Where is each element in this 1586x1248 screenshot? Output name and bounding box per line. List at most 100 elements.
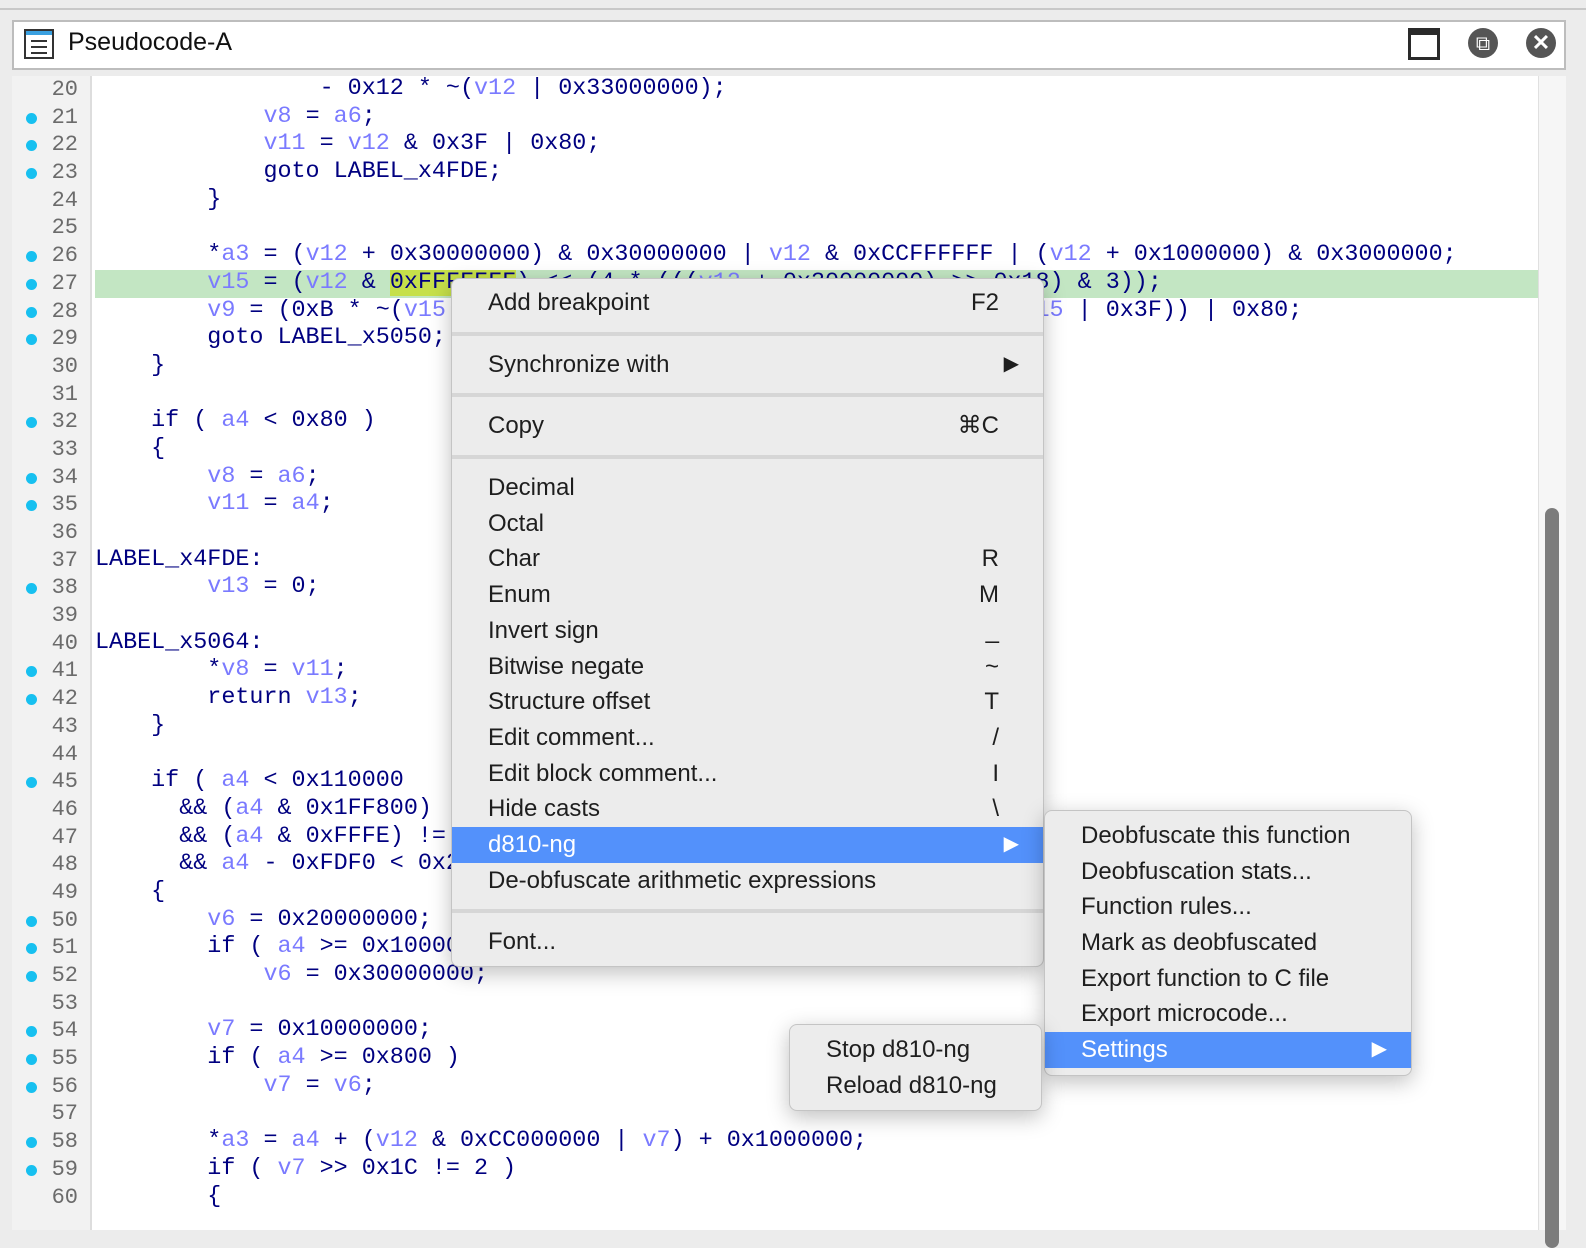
code-text[interactable]: = (0xB * ~( [235,298,403,324]
code-text[interactable]: ; [306,464,320,490]
gutter-row[interactable]: 52 [12,962,90,990]
code-variable[interactable]: v11 [207,491,249,517]
code-text[interactable]: = 0; [249,574,319,600]
code-row[interactable]: - 0x12 * ~(v12 | 0x33000000); [95,76,1538,104]
gutter-row[interactable]: 58 [12,1128,90,1156]
code-variable[interactable]: a4 [221,851,249,877]
gutter-row[interactable]: 28 [12,298,90,326]
code-text[interactable]: < 0x110000 [249,768,403,794]
code-line[interactable]: v8 = a6; [95,104,1538,132]
code-text[interactable]: ; [362,104,376,130]
gutter-row[interactable]: 42 [12,685,90,713]
gutter-row[interactable]: 54 [12,1017,90,1045]
code-variable[interactable]: v15 [207,270,249,296]
gutter-row[interactable]: 24 [12,187,90,215]
code-line[interactable]: - 0x12 * ~(v12 | 0x33000000); [95,76,1538,104]
code-text[interactable] [95,131,263,157]
code-variable[interactable]: v13 [207,574,249,600]
code-text[interactable]: } [95,713,165,739]
code-text[interactable]: return [95,685,306,711]
gutter-row[interactable]: 51 [12,934,90,962]
scrollbar-thumb[interactable] [1545,508,1559,1248]
menu-item-char[interactable]: Char R [452,541,1043,577]
code-text[interactable] [95,574,207,600]
code-text[interactable]: + 0x30000000) & 0x30000000 | [348,242,769,268]
code-variable[interactable]: v15 [404,298,446,324]
code-text[interactable]: < 0x80 ) [249,408,375,434]
code-line[interactable]: if ( v7 >> 0x1C != 2 ) [95,1156,1538,1184]
code-variable[interactable]: a3 [221,242,249,268]
gutter-row[interactable]: 59 [12,1156,90,1184]
code-text[interactable] [95,907,207,933]
menu-item-edit-block-comment[interactable]: Edit block comment... I [452,756,1043,792]
code-text[interactable]: && [95,851,221,877]
gutter-row[interactable]: 60 [12,1184,90,1212]
menu-item-hide-casts[interactable]: Hide casts \ [452,791,1043,827]
code-row[interactable]: v11 = v12 & 0x3F | 0x80; [95,131,1538,159]
code-variable[interactable]: a4 [221,768,249,794]
code-text[interactable]: LABEL_x4FDE: [95,547,263,573]
code-text[interactable]: = [292,1073,334,1099]
code-text[interactable]: | 0x33000000); [516,76,727,102]
code-text[interactable]: ; [320,491,334,517]
code-text[interactable]: if ( [95,934,277,960]
code-text[interactable] [95,104,263,130]
code-text[interactable] [95,962,263,988]
code-text[interactable]: LABEL_x5064: [95,630,263,656]
code-text[interactable]: if ( [95,768,221,794]
gutter-row[interactable]: 44 [12,741,90,769]
code-line[interactable]: goto LABEL_x4FDE; [95,159,1538,187]
code-text[interactable] [95,298,207,324]
code-text[interactable]: ; [348,685,362,711]
code-text[interactable]: | 0x3F)) | 0x80; [1064,298,1303,324]
line-number-gutter[interactable]: 20 21 22 23 24 25 26 27 28 29 30 31 32 33 34 35 36 37 38 39… [12,76,92,1230]
gutter-row[interactable]: 22 [12,131,90,159]
code-text[interactable]: & 0xCCFFFFFF | ( [811,242,1050,268]
code-line[interactable]: { [95,1184,1538,1212]
code-variable[interactable]: a4 [277,1045,305,1071]
gutter-row[interactable]: 50 [12,907,90,935]
code-row[interactable] [95,214,1538,242]
code-variable[interactable]: v8 [207,464,235,490]
code-text[interactable]: && ( [95,796,235,822]
code-text[interactable]: = ( [249,270,305,296]
code-text[interactable]: } [95,353,165,379]
menu-item-settings[interactable]: Settings ▶ [1045,1032,1411,1068]
gutter-row[interactable]: 56 [12,1073,90,1101]
code-variable[interactable]: v6 [263,962,291,988]
code-variable[interactable]: a4 [277,934,305,960]
code-variable[interactable]: v12 [348,131,390,157]
code-text[interactable]: = [249,491,291,517]
code-variable[interactable]: v7 [643,1128,671,1154]
gutter-row[interactable]: 26 [12,242,90,270]
gutter-row[interactable]: 38 [12,574,90,602]
code-text[interactable]: * [95,657,221,683]
restore-icon[interactable]: ⧉ [1468,28,1498,58]
menu-item-add-breakpoint[interactable]: Add breakpoint F2 [452,285,1043,321]
menu-item-font[interactable]: Font... [452,924,1043,960]
menu-item-structure-offset[interactable]: Structure offset T [452,684,1043,720]
code-variable[interactable]: a6 [278,464,306,490]
gutter-row[interactable]: 41 [12,657,90,685]
code-text[interactable]: * [95,242,221,268]
code-text[interactable]: ) + 0x1000000; [671,1128,868,1154]
menu-item-synchronize-with[interactable]: Synchronize with ▶ [452,347,1043,383]
maximize-icon[interactable] [1408,28,1440,60]
gutter-row[interactable]: 34 [12,464,90,492]
menu-item-mark-as-deobfuscated[interactable]: Mark as deobfuscated [1045,925,1411,961]
code-variable[interactable]: a6 [334,104,362,130]
gutter-row[interactable]: 43 [12,713,90,741]
gutter-row[interactable]: 49 [12,879,90,907]
code-text[interactable]: >> 0x1C != 2 ) [306,1156,517,1182]
menu-item-export-microcode[interactable]: Export microcode... [1045,996,1411,1032]
code-text[interactable]: goto LABEL_x4FDE; [95,159,502,185]
code-text[interactable]: ; [334,657,348,683]
menu-item-de-obfuscate-arithmetic-expressions[interactable]: De-obfuscate arithmetic expressions [452,863,1043,899]
code-text[interactable]: = [249,1128,291,1154]
code-variable[interactable]: v12 [1050,242,1092,268]
menu-item-d810-ng[interactable]: d810-ng ▶ [452,826,1043,863]
gutter-row[interactable]: 36 [12,519,90,547]
code-text[interactable] [95,1017,207,1043]
code-variable[interactable]: v12 [306,242,348,268]
gutter-row[interactable]: 53 [12,990,90,1018]
